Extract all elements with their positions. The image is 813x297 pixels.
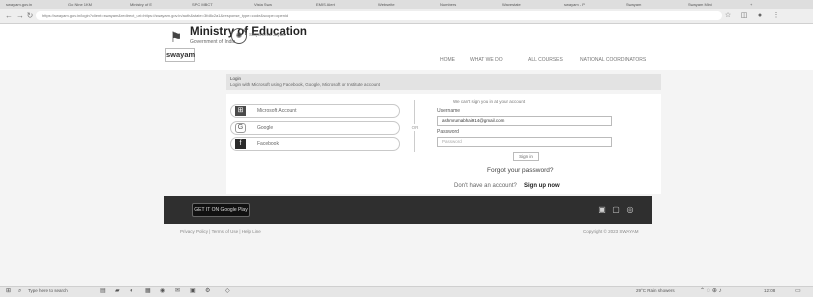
password-input[interactable]: [437, 137, 612, 147]
twitter-icon[interactable]: ▢: [611, 205, 621, 215]
clock[interactable]: 12:08: [764, 286, 775, 296]
signin-button[interactable]: Sign in: [513, 152, 539, 161]
browser-tab[interactable]: Wavestate: [502, 1, 560, 9]
browser-tab[interactable]: +: [750, 1, 808, 9]
browser-tab[interactable]: Webseite: [378, 1, 436, 9]
extensions-icon[interactable]: ◫: [740, 12, 748, 20]
google-login-button[interactable]: G Google: [230, 121, 400, 135]
store-icon[interactable]: ▦: [145, 286, 151, 296]
address-bar-row: ← → ↻ https://swayam.gov.in/login?client…: [0, 9, 813, 24]
emblem-text: Satyameva Jayate: [249, 32, 287, 37]
google-g-icon: G: [235, 123, 246, 133]
notification-icon[interactable]: ▭: [795, 286, 801, 296]
taskbar: [0, 286, 813, 297]
windows-icon: ⊞: [235, 106, 246, 116]
windows-start-icon[interactable]: ⊞: [6, 286, 11, 296]
banner-title: Login: [230, 76, 242, 81]
taskbar-search-input[interactable]: Type here to search: [28, 286, 68, 296]
copyright-text: Copyright © 2023 SWAYAM: [583, 229, 639, 234]
browser-tab[interactable]: Ministry of E: [130, 1, 188, 9]
forward-icon[interactable]: →: [15, 11, 25, 21]
facebook-icon[interactable]: ▣: [597, 205, 607, 215]
username-label: Username: [437, 108, 461, 114]
banner-text: Login with Microsoft using Facebook, Goo…: [230, 82, 380, 87]
app-icon[interactable]: ◇: [225, 286, 230, 296]
instagram-icon[interactable]: ◎: [625, 205, 635, 215]
nav-home[interactable]: HOME: [440, 57, 455, 63]
nav-what-we-do[interactable]: WHAT WE DO: [470, 57, 503, 63]
signup-link[interactable]: Sign up now: [524, 183, 560, 189]
file-explorer-icon[interactable]: ▰: [115, 286, 120, 296]
system-tray-icons[interactable]: ⌃ ◌ ⊕ ♪: [700, 286, 722, 296]
facebook-login-label: Facebook: [257, 141, 279, 147]
facebook-f-icon: f: [235, 139, 246, 149]
browser-tab[interactable]: swayam - P: [564, 1, 622, 9]
browser-tab[interactable]: Swayam: [626, 1, 684, 9]
microsoft-login-label: Microsoft Account: [257, 108, 297, 114]
facebook-login-button[interactable]: f Facebook: [230, 137, 400, 151]
password-label: Password: [437, 129, 459, 135]
browser-tab[interactable]: swayam.gov.in: [6, 1, 64, 9]
no-account-text: Don't have an account?: [454, 183, 517, 189]
microsoft-login-button[interactable]: ⊞ Microsoft Account: [230, 104, 400, 118]
government-subtitle: Government of India: [190, 39, 236, 45]
mail-icon[interactable]: ✉: [175, 286, 180, 296]
task-view-icon[interactable]: ▤: [100, 286, 106, 296]
profile-icon[interactable]: ●: [756, 12, 764, 20]
star-icon[interactable]: ☆: [724, 12, 732, 20]
browser-tab[interactable]: Vista Swa: [254, 1, 312, 9]
nav-all-courses[interactable]: ALL COURSES: [528, 57, 563, 63]
menu-icon[interactable]: ⋮: [772, 12, 780, 20]
photos-icon[interactable]: ▣: [190, 286, 196, 296]
taskbar-search-icon[interactable]: ⌕: [18, 286, 21, 296]
url-field[interactable]: https://swayam.gov.in/login?client=swaya…: [36, 11, 722, 20]
google-play-badge[interactable]: GET IT ON Google Play: [192, 203, 250, 217]
edge-icon[interactable]: ◐: [130, 286, 134, 296]
weather-text[interactable]: 29°C Rain showers: [636, 286, 675, 296]
signin-prompt: We can't sign you in at your account: [453, 99, 526, 104]
browser-tab[interactable]: Go Nine 1KM: [68, 1, 126, 9]
browser-tab[interactable]: EMIS Alert: [316, 1, 374, 9]
browser-tab[interactable]: Numbers: [440, 1, 498, 9]
settings-icon[interactable]: ⚙: [205, 286, 210, 296]
forgot-password-link[interactable]: Forgot your password?: [487, 167, 553, 174]
site-header: [0, 24, 813, 70]
username-input[interactable]: [437, 116, 612, 126]
swayam-logo[interactable]: swayam: [165, 48, 195, 62]
emblem-icon: ✺: [231, 28, 247, 44]
browser-tab[interactable]: SPC MBCT: [192, 1, 250, 9]
nav-national-coordinators[interactable]: NATIONAL COORDINATORS: [580, 57, 646, 63]
back-icon[interactable]: ←: [4, 11, 14, 21]
reload-icon[interactable]: ↻: [25, 11, 35, 21]
browser-tab[interactable]: Swayam Mini: [688, 1, 746, 9]
or-text: OR: [408, 124, 422, 131]
chrome-icon[interactable]: ◉: [160, 286, 165, 296]
ministry-logo-icon: ⚑: [169, 29, 183, 45]
footer-links[interactable]: Privacy Policy | Terms of Use | Help Lin…: [180, 229, 261, 234]
google-login-label: Google: [257, 125, 274, 131]
